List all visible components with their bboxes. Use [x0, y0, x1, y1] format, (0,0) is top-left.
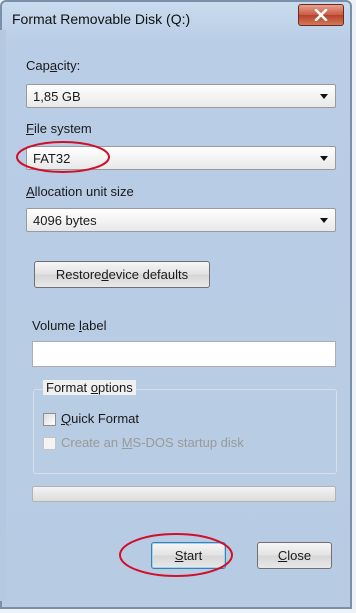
close-button[interactable]: Close [257, 542, 332, 569]
window-close-button[interactable] [298, 4, 344, 26]
title-bar[interactable]: Format Removable Disk (Q:) [2, 2, 350, 32]
chevron-down-icon [320, 218, 328, 223]
capacity-label: Capacity: [26, 58, 81, 73]
restore-device-defaults-button[interactable]: Restore d evice defaults [34, 261, 210, 288]
file-system-label: File system [26, 121, 92, 136]
allocation-unit-size-label: Allocation unit size [26, 184, 134, 199]
volume-label-input[interactable] [32, 341, 336, 367]
format-progress-bar [32, 486, 336, 502]
start-button[interactable]: Start [151, 542, 226, 569]
chevron-down-icon [320, 94, 328, 99]
file-system-dropdown[interactable]: FAT32 [26, 146, 336, 170]
volume-label-label: Volume label [32, 318, 107, 333]
msdos-startup-checkbox [43, 437, 56, 450]
window-frame-edge [0, 30, 6, 601]
allocation-unit-size-dropdown[interactable]: 4096 bytes [26, 208, 336, 232]
quick-format-checkbox[interactable] [43, 413, 56, 426]
format-options-title: Format options [43, 380, 136, 395]
format-options-group [33, 389, 337, 474]
capacity-value: 1,85 GB [33, 89, 81, 104]
msdos-startup-label: Create an MS-DOS startup disk [61, 435, 244, 450]
allocation-unit-size-value: 4096 bytes [33, 213, 97, 228]
quick-format-label[interactable]: Quick Format [61, 411, 139, 426]
chevron-down-icon [320, 156, 328, 161]
capacity-dropdown[interactable]: 1,85 GB [26, 84, 336, 108]
file-system-value: FAT32 [33, 151, 71, 166]
window-title: Format Removable Disk (Q:) [12, 11, 191, 27]
close-icon [314, 9, 328, 21]
